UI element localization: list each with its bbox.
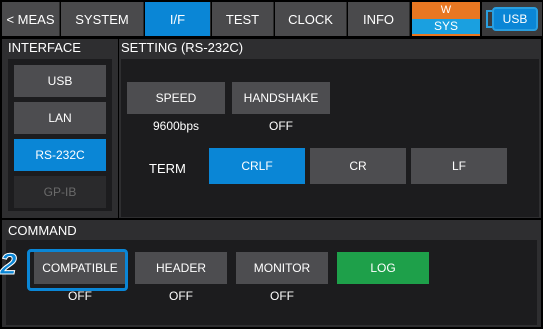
top-tab-bar: < MEAS SYSTEM I/F TEST CLOCK INFO W SYS … bbox=[0, 0, 543, 38]
sys-indicator-bottom: SYS bbox=[412, 19, 480, 34]
tab-test[interactable]: TEST bbox=[212, 2, 274, 36]
usb-indicator: USB bbox=[492, 7, 538, 31]
term-lf-button[interactable]: LF bbox=[411, 148, 507, 184]
interface-rs232c-button[interactable]: RS-232C bbox=[14, 139, 106, 171]
header-button[interactable]: HEADER bbox=[135, 252, 227, 284]
sys-indicator: W SYS bbox=[412, 2, 480, 36]
interface-lan-button[interactable]: LAN bbox=[14, 102, 106, 134]
term-cr-button[interactable]: CR bbox=[310, 148, 406, 184]
screen: < MEAS SYSTEM I/F TEST CLOCK INFO W SYS … bbox=[0, 0, 543, 329]
compatible-highlight bbox=[27, 249, 128, 291]
speed-value: 9600bps bbox=[152, 119, 200, 133]
tab-system[interactable]: SYSTEM bbox=[61, 2, 144, 36]
interface-panel: INTERFACE USB LAN RS-232C GP-IB bbox=[2, 39, 118, 218]
interface-gpib-button: GP-IB bbox=[14, 176, 106, 208]
handshake-button[interactable]: HANDSHAKE bbox=[232, 82, 330, 114]
tab-if[interactable]: I/F bbox=[145, 2, 211, 36]
compatible-value: OFF bbox=[68, 289, 92, 303]
header-value: OFF bbox=[169, 289, 193, 303]
interface-title: INTERFACE bbox=[8, 40, 81, 55]
setting-area: SPEED 9600bps HANDSHAKE OFF TERM CRLF CR… bbox=[121, 59, 539, 217]
usb-status: USB bbox=[482, 2, 542, 36]
command-title: COMMAND bbox=[8, 223, 77, 238]
interface-usb-button[interactable]: USB bbox=[14, 65, 106, 97]
term-crlf-button[interactable]: CRLF bbox=[209, 148, 305, 184]
term-label: TERM bbox=[149, 161, 186, 176]
interface-list: USB LAN RS-232C GP-IB bbox=[8, 59, 112, 211]
sys-indicator-top: W bbox=[440, 4, 452, 16]
tab-info[interactable]: INFO bbox=[348, 2, 410, 36]
speed-button[interactable]: SPEED bbox=[127, 82, 225, 114]
setting-panel: SETTING (RS-232C) SPEED 9600bps HANDSHAK… bbox=[119, 39, 541, 218]
handshake-value: OFF bbox=[269, 119, 293, 133]
tab-clock[interactable]: CLOCK bbox=[275, 2, 347, 36]
tab-meas[interactable]: < MEAS bbox=[2, 2, 60, 36]
setting-title: SETTING (RS-232C) bbox=[121, 40, 244, 55]
monitor-value: OFF bbox=[270, 289, 294, 303]
log-button[interactable]: LOG bbox=[337, 252, 429, 284]
step-number-callout: 2 bbox=[0, 248, 17, 281]
monitor-button[interactable]: MONITOR bbox=[236, 252, 328, 284]
